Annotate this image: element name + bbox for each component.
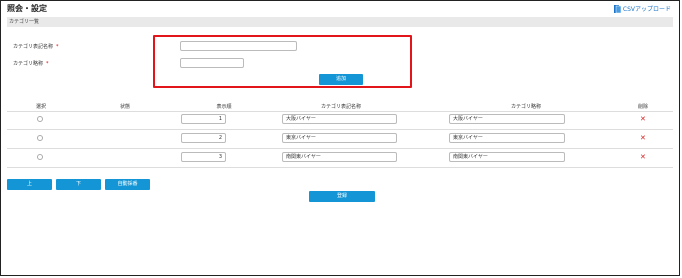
row-divider <box>7 148 673 149</box>
display-order-input[interactable]: 3 <box>181 152 226 162</box>
move-up-button[interactable]: 上 <box>7 179 52 190</box>
category-code-label-text: カテゴリ略称 <box>13 61 44 67</box>
category-name-label-text: カテゴリ表記名称 <box>13 44 54 50</box>
category-name-input[interactable] <box>180 41 297 51</box>
category-code-cell-input[interactable]: 南関東バイヤー <box>449 152 565 162</box>
category-name-cell-input[interactable]: 大阪バイヤー <box>282 114 397 124</box>
csv-upload-label: CSVアップロード <box>622 6 671 13</box>
register-button[interactable]: 登録 <box>309 191 375 202</box>
row-divider <box>7 167 673 168</box>
col-header-order: 表示順 <box>216 104 232 110</box>
category-name-cell-input[interactable]: 南関東バイヤー <box>282 152 397 162</box>
main-window: 照会・設定 CSVアップロード カテゴリ一覧 カテゴリ表記名称 * カテゴリ略称 *… <box>0 0 680 276</box>
section-title: カテゴリ一覧 <box>9 19 40 25</box>
add-button[interactable]: 追加 <box>319 74 363 85</box>
delete-icon[interactable]: ✕ <box>640 135 646 142</box>
category-code-cell-input[interactable]: 東京バイヤー <box>449 133 565 143</box>
upload-file-icon <box>613 4 621 13</box>
row-select-radio[interactable] <box>37 154 43 160</box>
col-header-status: 状態 <box>119 104 130 110</box>
delete-icon[interactable]: ✕ <box>640 154 646 161</box>
section-header-bar <box>7 17 673 27</box>
row-select-radio[interactable] <box>37 116 43 122</box>
row-divider <box>7 129 673 130</box>
delete-icon[interactable]: ✕ <box>640 116 646 123</box>
display-order-input[interactable]: 1 <box>181 114 226 124</box>
required-mark: * <box>56 44 59 50</box>
category-name-cell-input[interactable]: 東京バイヤー <box>282 133 397 143</box>
table-header-rule <box>7 111 673 112</box>
move-down-button[interactable]: 下 <box>56 179 101 190</box>
csv-upload-link[interactable]: CSVアップロード <box>613 4 671 13</box>
required-mark: * <box>46 61 49 67</box>
page-title: 照会・設定 <box>7 4 47 13</box>
category-name-label: カテゴリ表記名称 * <box>13 43 59 50</box>
col-header-delete: 削除 <box>637 104 648 110</box>
category-code-input[interactable] <box>180 58 244 68</box>
display-order-input[interactable]: 2 <box>181 133 226 143</box>
auto-number-button[interactable]: 自動採番 <box>105 179 150 190</box>
category-code-label: カテゴリ略称 * <box>13 60 49 67</box>
col-header-code: カテゴリ略称 <box>510 104 541 110</box>
category-code-cell-input[interactable]: 大阪バイヤー <box>449 114 565 124</box>
col-header-select: 選択 <box>35 104 46 110</box>
row-select-radio[interactable] <box>37 135 43 141</box>
col-header-name: カテゴリ表記名称 <box>320 104 361 110</box>
